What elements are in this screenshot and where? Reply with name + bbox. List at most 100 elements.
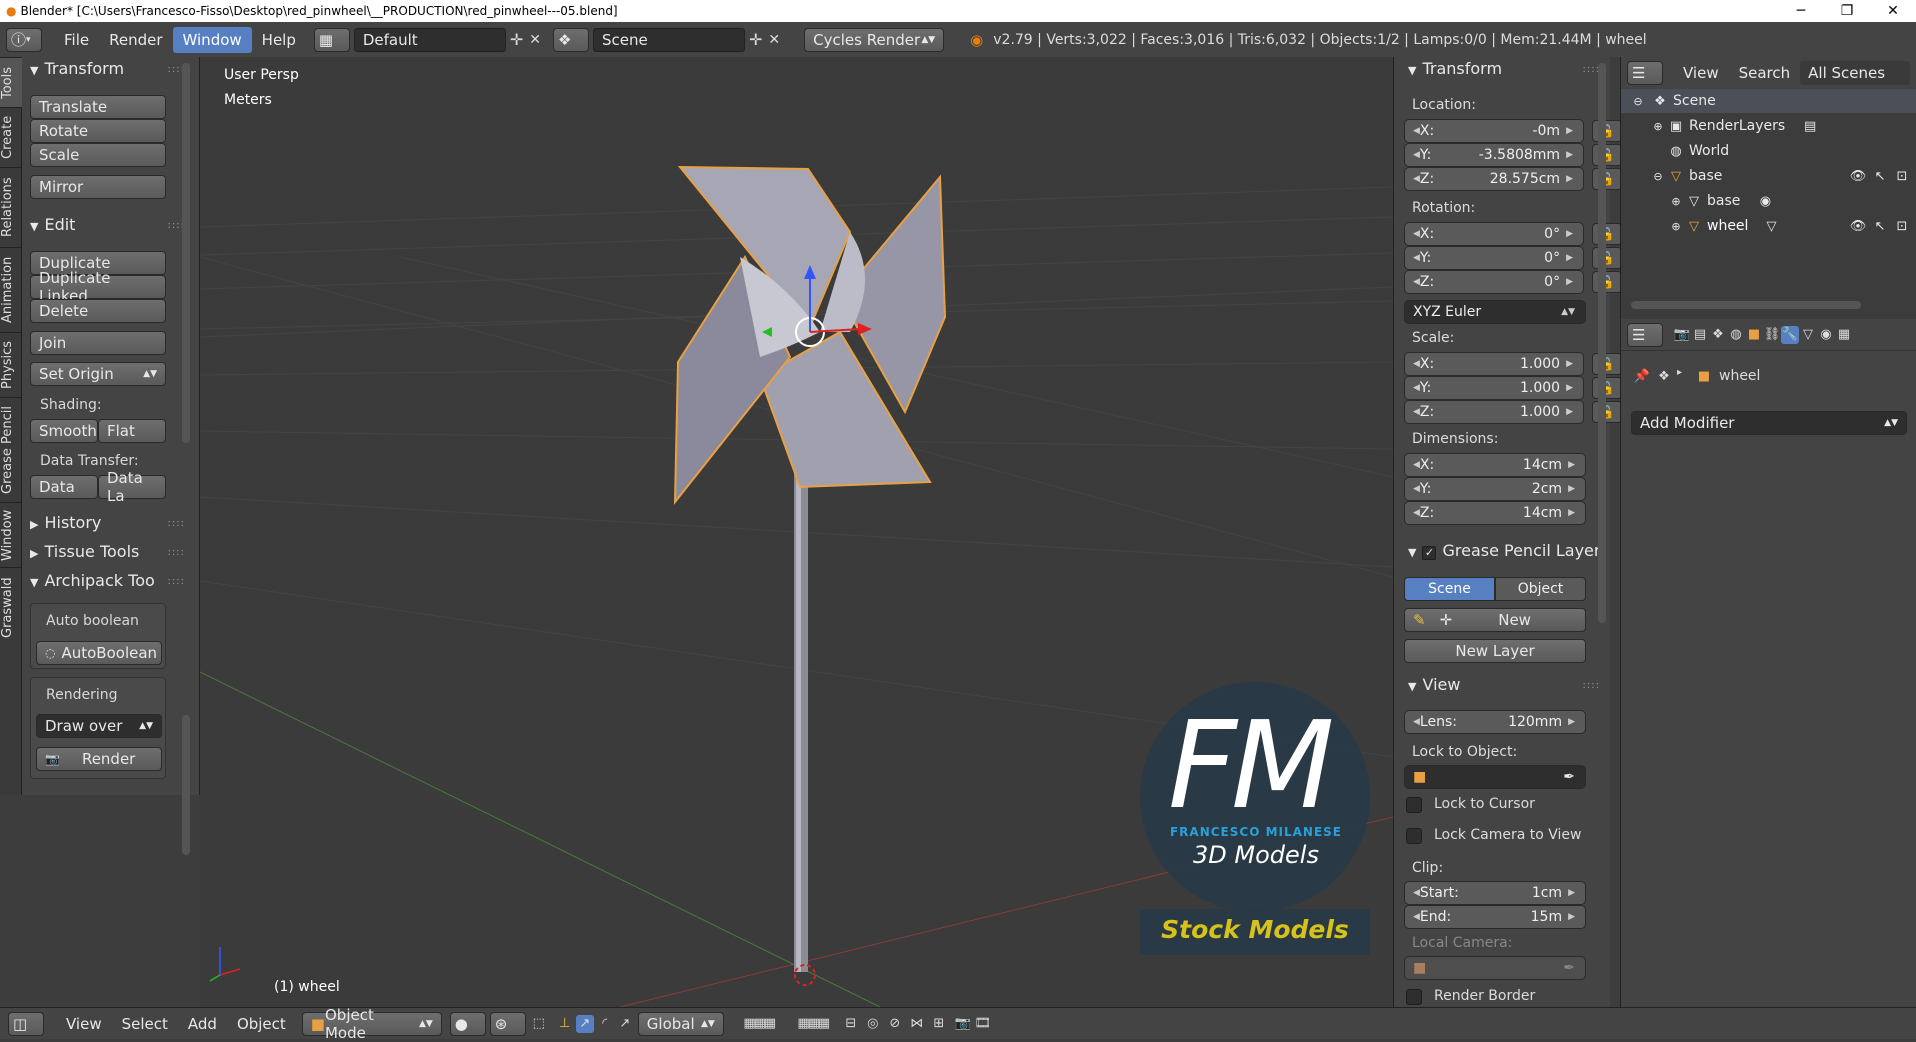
manipulator-toggle-icon[interactable]: ⬚	[530, 1015, 548, 1033]
lock-icon[interactable]: 🔓	[1592, 168, 1622, 190]
transform-panel-header[interactable]: ▼ Transform	[30, 59, 124, 78]
location-z-field[interactable]: ◀ Z: 28.575cm ▶	[1404, 167, 1584, 191]
data-layout-button[interactable]: Data La	[98, 469, 166, 505]
outliner-row-wheel[interactable]: ⊕ ▽ wheel ▽ 👁 ↖ ⊡	[1621, 214, 1916, 238]
screen-layout-browse[interactable]: ▦	[313, 27, 350, 52]
render-preview-icon[interactable]: 📷	[954, 1015, 972, 1033]
close-button[interactable]: ✕	[1870, 0, 1916, 22]
lock-icon[interactable]: 🔓	[1592, 353, 1622, 375]
transform-manipulator-icon[interactable]: ↗	[616, 1015, 634, 1033]
join-button[interactable]: Join	[30, 331, 166, 355]
collapse-icon[interactable]: ⊖	[1649, 167, 1667, 185]
toolshelf-scrollbar-lower[interactable]	[182, 715, 190, 855]
view3d-editor-type[interactable]: ◫	[8, 1011, 44, 1036]
render-engine-select[interactable]: Cycles Render ▲▼	[804, 27, 945, 52]
data-transfer-button[interactable]: Data	[30, 475, 98, 499]
render-camera-icon[interactable]: ⊡	[1893, 217, 1911, 235]
menu-window[interactable]: Window	[172, 26, 252, 53]
menu-file[interactable]: File	[54, 27, 99, 53]
gp-object-tab[interactable]: Object	[1495, 577, 1586, 601]
orientation-dropdown[interactable]: Global ▲▼	[637, 1011, 724, 1036]
snap-target-icon[interactable]: ⊞	[930, 1015, 948, 1033]
add-modifier-dropdown[interactable]: Add Modifier ▲▼	[1631, 411, 1907, 435]
delete-button[interactable]: Delete	[30, 299, 166, 323]
material-tab-icon[interactable]: ◉	[1817, 326, 1835, 344]
view-menu[interactable]: View	[56, 1011, 112, 1037]
select-menu[interactable]: Select	[112, 1011, 178, 1037]
constraints-tab-icon[interactable]: ⛓	[1763, 326, 1781, 344]
toolshelf-scrollbar[interactable]	[182, 63, 190, 443]
gp-new-layer-button[interactable]: New Layer	[1404, 639, 1586, 663]
rotation-z-field[interactable]: ◀ Z: 0° ▶	[1404, 270, 1584, 294]
mirror-button[interactable]: Mirror	[30, 175, 166, 199]
render-tab-icon[interactable]: 📷	[1673, 326, 1691, 344]
tab-create[interactable]: Create	[0, 107, 22, 167]
lock-icon[interactable]: 🔓	[1592, 377, 1622, 399]
lens-field[interactable]: ◀ Lens: 120mm ▶	[1404, 710, 1586, 734]
translate-manipulator-icon[interactable]: ⊥	[556, 1015, 574, 1033]
npanel-scrollbar[interactable]	[1598, 63, 1606, 623]
scale-y-field[interactable]: ◀ Y: 1.000 ▶	[1404, 376, 1584, 400]
tab-graswald[interactable]: Graswald	[0, 567, 22, 647]
render-button[interactable]: 📷 Render	[36, 747, 162, 771]
eyedropper-icon[interactable]: ✒	[1563, 769, 1575, 785]
flat-button[interactable]: Flat	[98, 419, 166, 443]
render-border-checkbox[interactable]	[1406, 989, 1422, 1005]
dimension-z-field[interactable]: ◀ Z: 14cm ▶	[1404, 501, 1586, 525]
modifiers-tab-icon[interactable]: 🔧	[1781, 325, 1799, 344]
eye-icon[interactable]: 👁	[1849, 167, 1867, 185]
remove-scene-icon[interactable]: ✕	[768, 32, 780, 48]
lock-icon[interactable]: 🔓	[1592, 223, 1622, 245]
3d-viewport[interactable]: User Persp Meters (1) wheel FM FRANCESCO…	[200, 57, 1393, 1007]
rotate-manipulator-icon[interactable]: ↗	[575, 1014, 594, 1033]
layers-grid-a-icon[interactable]: ▦▦▦	[734, 1015, 784, 1033]
mode-dropdown[interactable]: ■ Object Mode ▲▼	[301, 1006, 442, 1042]
outliner-search-menu[interactable]: Search	[1729, 60, 1801, 86]
edit-panel-header[interactable]: ▼ Edit	[30, 215, 75, 234]
add-menu[interactable]: Add	[178, 1011, 227, 1037]
rotate-button[interactable]: Rotate	[30, 119, 166, 143]
dimension-x-field[interactable]: ◀ X: 14cm ▶	[1404, 453, 1586, 477]
editor-type-button[interactable]: ⓘ ▾	[6, 27, 42, 52]
proportional-edit-icon[interactable]: ◎	[864, 1015, 882, 1033]
tissue-tools-panel-header[interactable]: ▶ Tissue Tools	[30, 542, 139, 561]
clip-end-field[interactable]: ◀ End: 15m ▶	[1404, 905, 1586, 929]
panel-grip-icon[interactable]: ::::	[168, 576, 185, 587]
gp-scene-tab[interactable]: Scene	[1404, 577, 1495, 601]
scale-button[interactable]: Scale	[30, 143, 166, 167]
autoboolean-button[interactable]: ◌ AutoBoolean	[36, 641, 162, 665]
outliner-row-scene[interactable]: ⊖ ❖ Scene	[1621, 89, 1916, 113]
tab-relations[interactable]: Relations	[0, 167, 22, 247]
render-layers-tab-icon[interactable]: ▤	[1691, 326, 1709, 344]
archipack-panel-header[interactable]: ▼ Archipack Too	[30, 571, 155, 590]
scale-z-field[interactable]: ◀ Z: 1.000 ▶	[1404, 400, 1584, 424]
panel-grip-icon[interactable]: ::::	[168, 518, 185, 529]
maximize-button[interactable]: ❐	[1824, 0, 1870, 22]
gp-new-button[interactable]: ✎ ✛ New	[1404, 608, 1586, 632]
clip-start-field[interactable]: ◀ Start: 1cm ▶	[1404, 881, 1586, 905]
grease-pencil-checkbox[interactable]: ✓	[1422, 546, 1437, 560]
render-camera-icon[interactable]: ⊡	[1893, 167, 1911, 185]
minimize-button[interactable]: ─	[1778, 0, 1824, 22]
lock-object-field[interactable]: ■ ✒	[1404, 765, 1586, 789]
screen-layout-field[interactable]: Default	[353, 27, 506, 52]
render-animation-icon[interactable]: 🎞	[974, 1015, 992, 1033]
lock-icon[interactable]: 🔓	[1592, 247, 1622, 269]
menu-render[interactable]: Render	[99, 27, 172, 53]
lock-to-cursor-checkbox[interactable]	[1406, 797, 1422, 813]
outliner-editor-type[interactable]: ☰	[1627, 61, 1663, 85]
grease-pencil-header[interactable]: ▼ ✓ Grease Pencil Layer	[1408, 541, 1600, 560]
outliner-view-menu[interactable]: View	[1673, 60, 1729, 86]
lock-camera-checkbox[interactable]	[1406, 828, 1422, 844]
expand-icon[interactable]: ⊕	[1649, 117, 1667, 135]
world-tab-icon[interactable]: ◍	[1727, 326, 1745, 344]
data-tab-icon[interactable]: ▽	[1799, 326, 1817, 344]
rotation-x-field[interactable]: ◀ X: 0° ▶	[1404, 222, 1584, 246]
eye-icon[interactable]: 👁	[1849, 217, 1867, 235]
outliner-row-base-object[interactable]: ⊖ ▽ base 👁 ↖ ⊡	[1621, 164, 1916, 188]
lock-icon[interactable]: 🔓	[1592, 144, 1622, 166]
outliner-display-mode[interactable]: All Scenes	[1800, 61, 1911, 85]
tab-physics[interactable]: Physics	[0, 332, 22, 397]
menu-help[interactable]: Help	[252, 27, 306, 53]
scene-browse[interactable]: ❖	[553, 27, 590, 52]
